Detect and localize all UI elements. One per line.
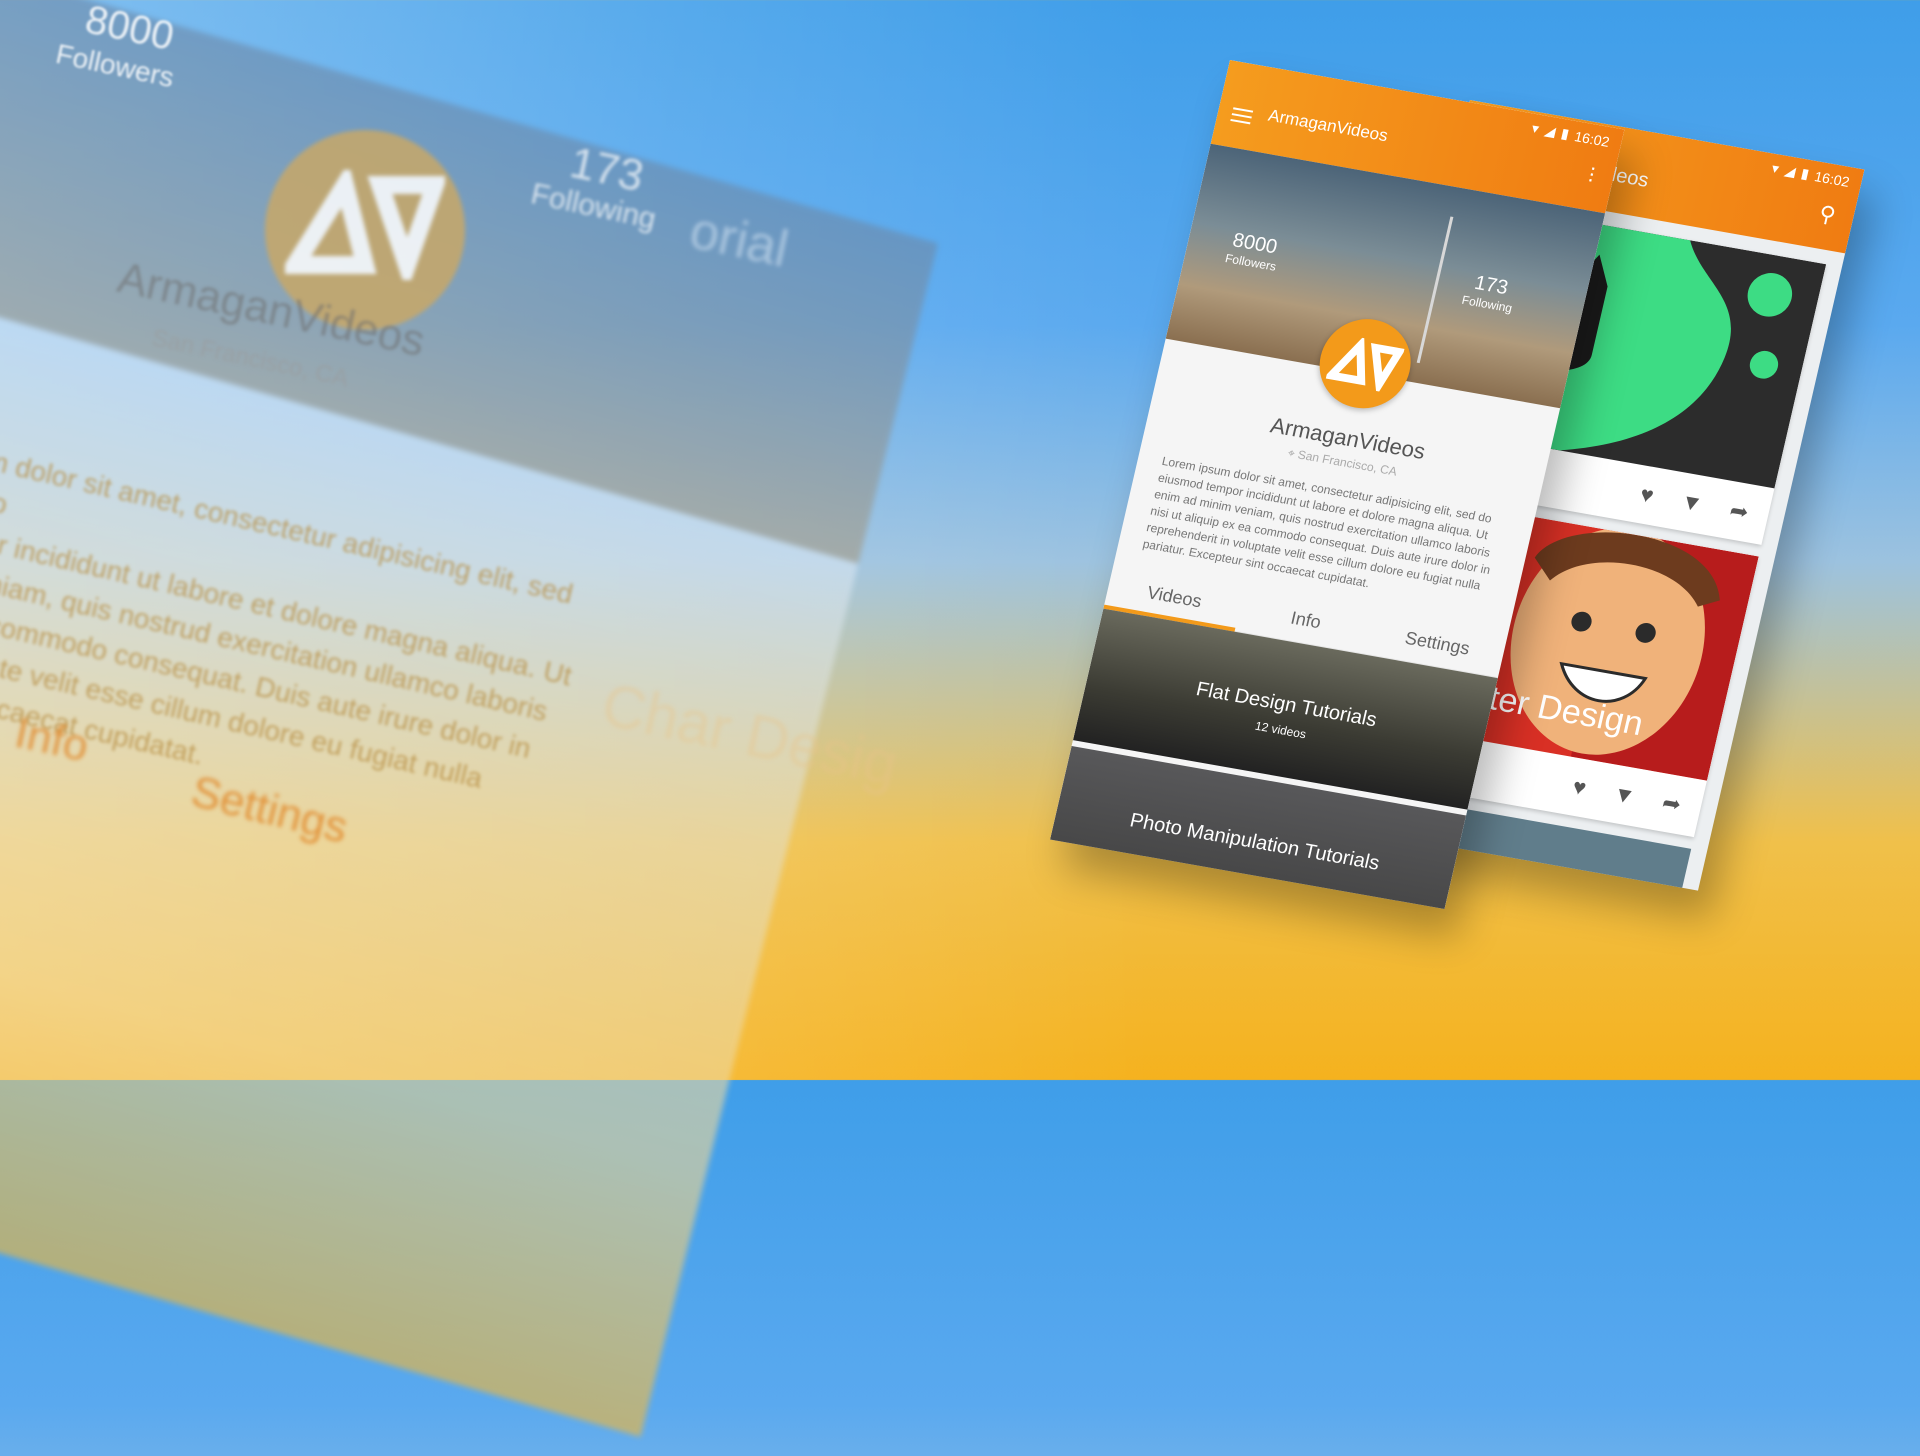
wifi-icon: ▾	[1770, 159, 1781, 177]
share-icon[interactable]: ➦	[1727, 497, 1751, 526]
wifi-icon: ▾	[1530, 119, 1541, 137]
hamburger-icon[interactable]	[1229, 103, 1254, 128]
status-bar: ▾ ◢ ▮ 16:02	[1530, 120, 1611, 150]
turbine-art	[1416, 216, 1454, 364]
share-icon[interactable]: ➦	[1660, 790, 1684, 819]
battery-icon: ▮	[1559, 124, 1571, 142]
status-bar: ▾ ◢ ▮ 16:02	[1770, 160, 1851, 190]
more-vert-icon[interactable]: · · ·	[1584, 154, 1600, 191]
bookmark-icon[interactable]: ▼	[1611, 781, 1638, 810]
bookmark-icon[interactable]: ▼	[1678, 489, 1705, 518]
location-pin-icon: ⌖	[1286, 445, 1297, 461]
signal-icon: ◢	[1543, 121, 1558, 140]
heart-icon[interactable]: ♥	[1570, 774, 1589, 802]
status-time: 16:02	[1813, 167, 1852, 190]
app-title: ArmaganVideos	[1266, 105, 1390, 146]
status-time: 16:02	[1573, 127, 1612, 150]
battery-icon: ▮	[1799, 164, 1811, 182]
following-stat: 173 Following	[1460, 270, 1518, 315]
search-icon[interactable]: ⚲	[1816, 201, 1839, 229]
followers-stat: 8000 Followers	[1224, 229, 1283, 273]
signal-icon: ◢	[1783, 161, 1798, 180]
heart-icon[interactable]: ♥	[1638, 481, 1657, 509]
